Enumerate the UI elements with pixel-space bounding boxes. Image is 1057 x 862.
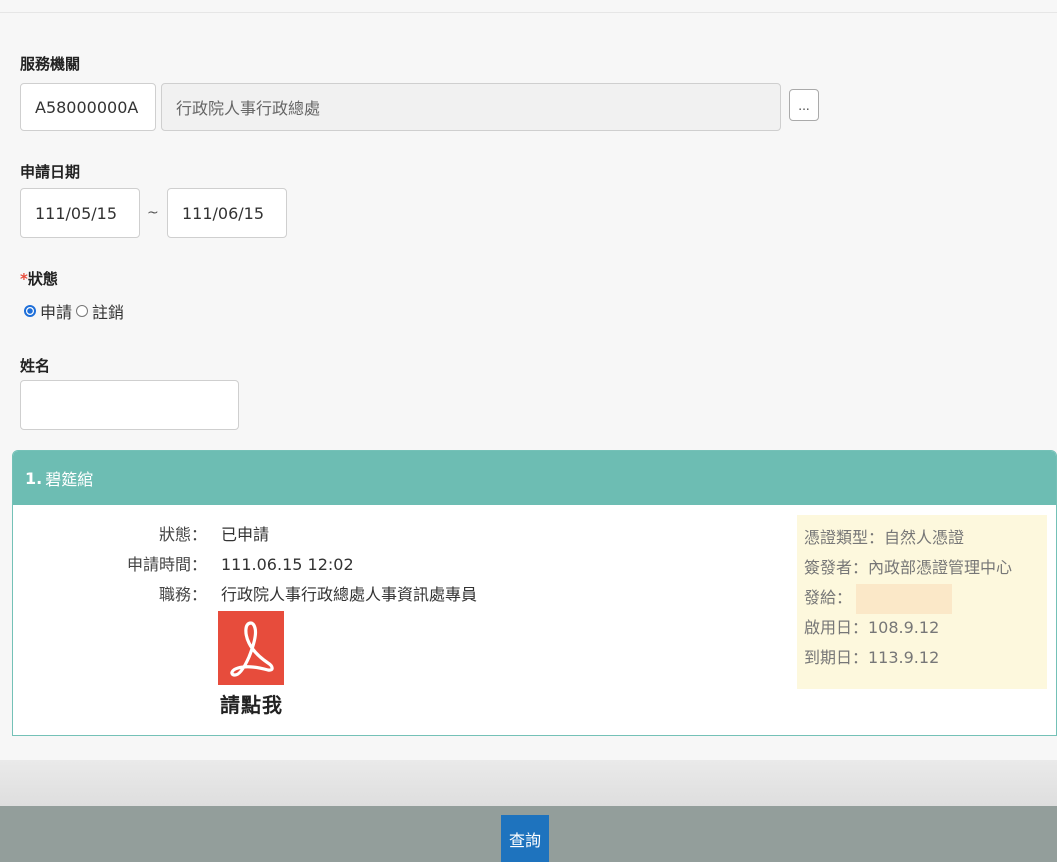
field-apply-time: 申請時間： 111.06.15 12:02	[107, 551, 354, 575]
date-to-input[interactable]: 111/06/15	[167, 188, 287, 238]
cert-issuer: 簽發者：內政部憑證管理中心	[804, 558, 1013, 577]
agency-lookup-button[interactable]: ...	[789, 89, 819, 121]
field-apply-time-key: 申請時間：	[126, 555, 207, 574]
top-divider	[0, 12, 1057, 13]
status-option-revoke-label[interactable]: 註銷	[92, 299, 124, 323]
cert-expire: 到期日：113.9.12	[804, 648, 940, 667]
status-radio-apply[interactable]	[24, 305, 36, 317]
cert-issued-to-redacted	[856, 583, 953, 614]
result-index: 1.	[25, 468, 43, 488]
field-position-key: 職務：	[158, 585, 207, 604]
cert-start: 啟用日：108.9.12	[804, 618, 940, 637]
field-apply-time-value: 111.06.15 12:02	[221, 555, 354, 574]
pdf-link[interactable]: 請點我	[220, 689, 283, 718]
agency-code-input[interactable]: A58000000A	[20, 83, 156, 131]
agency-label: 服務機關	[20, 55, 81, 73]
status-label-text: 狀態	[27, 270, 58, 288]
agency-name-field: 行政院人事行政總處	[161, 83, 781, 131]
status-radio-group: 申請 註銷	[24, 299, 124, 323]
date-from-input[interactable]: 111/05/15	[20, 188, 140, 238]
result-panel: 1. 碧筵綰 狀態： 已申請 申請時間： 111.06.15 12:02 職務： 行政…	[12, 450, 1057, 736]
cert-issued-to-label: 發給：	[804, 588, 853, 607]
date-label: 申請日期	[20, 163, 81, 181]
status-radio-revoke[interactable]	[76, 305, 89, 317]
pdf-icon[interactable]	[218, 611, 284, 685]
field-status: 狀態： 已申請	[107, 521, 269, 545]
field-position: 職務： 行政院人事行政總處人事資訊處專員	[107, 581, 477, 605]
required-mark: *	[20, 270, 28, 288]
cert-info-box: 憑證類型：自然人憑證 簽發者：內政部憑證管理中心 發給： 啟用日：108.9.1…	[797, 515, 1047, 689]
result-name: 碧筵綰	[45, 470, 94, 489]
field-status-key: 狀態：	[158, 525, 207, 544]
cert-issued-to: 發給：	[804, 583, 1047, 614]
query-button[interactable]: 查詢	[501, 815, 549, 862]
separator-band	[0, 760, 1057, 806]
status-option-apply-label[interactable]: 申請	[40, 299, 72, 323]
result-panel-header: 1. 碧筵綰	[13, 451, 1056, 505]
field-status-value: 已申請	[221, 525, 270, 544]
status-label: *狀態	[20, 268, 58, 289]
name-label: 姓名	[20, 357, 51, 375]
acrobat-icon	[230, 621, 274, 677]
date-separator: ~	[147, 205, 159, 221]
cert-type: 憑證類型：自然人憑證	[804, 528, 965, 547]
name-input[interactable]	[20, 380, 239, 430]
field-position-value: 行政院人事行政總處人事資訊處專員	[221, 585, 478, 604]
